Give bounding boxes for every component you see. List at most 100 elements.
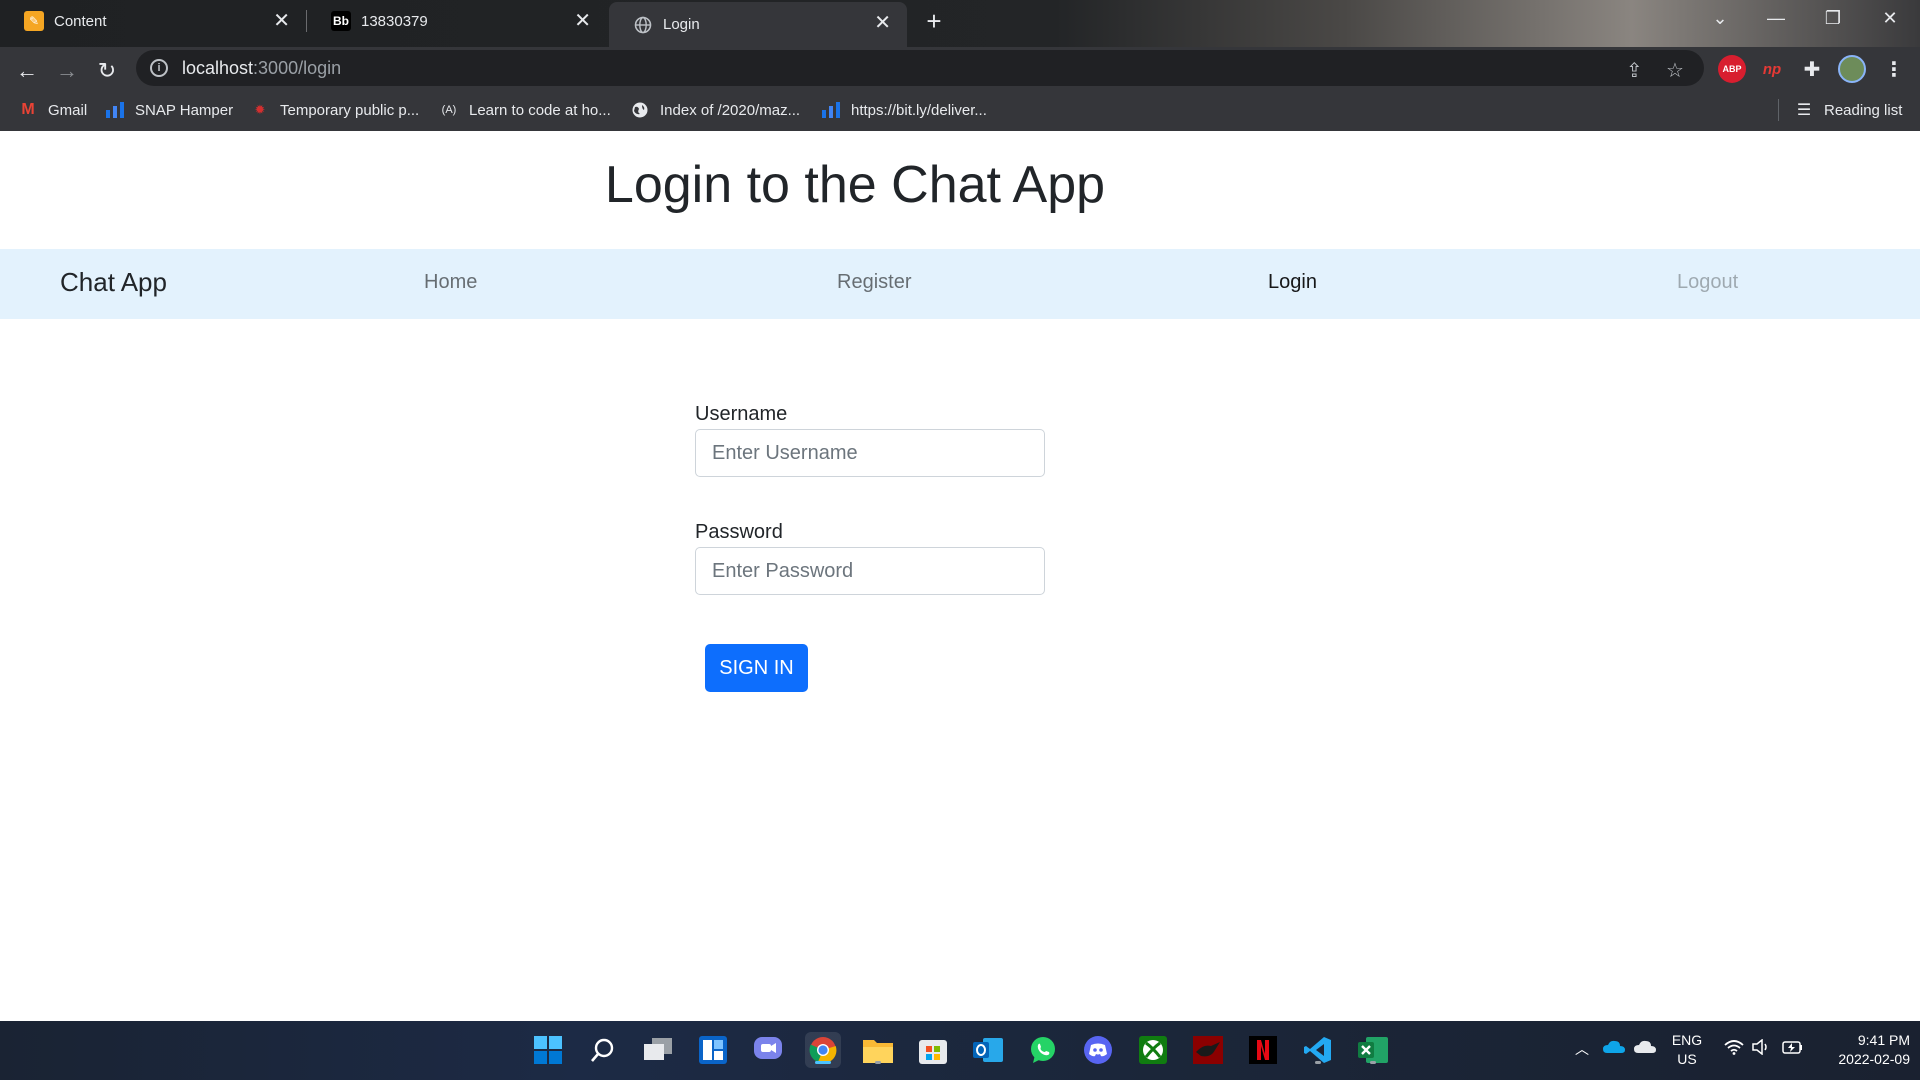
date-text: 2022-02-09	[1838, 1051, 1910, 1067]
username-input[interactable]	[695, 429, 1045, 477]
widgets-icon[interactable]	[695, 1032, 731, 1068]
clock[interactable]: 9:41 PM 2022-02-09	[1814, 1031, 1910, 1069]
bookmark-gmail[interactable]: M Gmail	[18, 99, 87, 121]
username-label: Username	[695, 403, 788, 425]
nav-link-home[interactable]: Home	[424, 271, 477, 294]
windows-start-icon[interactable]	[530, 1032, 566, 1068]
chrome-icon[interactable]	[805, 1032, 841, 1068]
close-icon[interactable]: ✕	[874, 13, 891, 33]
file-explorer-icon[interactable]	[860, 1032, 896, 1068]
reload-icon[interactable]: ↻	[89, 53, 125, 89]
reading-list-button[interactable]: ☰ Reading list	[1794, 99, 1903, 121]
wifi-icon[interactable]	[1724, 1039, 1744, 1060]
nav-link-logout: Logout	[1677, 271, 1739, 293]
page-viewport: Login to the Chat App Chat App Home Regi…	[0, 131, 1920, 1021]
microsoft-store-icon[interactable]	[915, 1032, 951, 1068]
pencil-note-icon: ✎	[24, 11, 44, 31]
language-text: ENG	[1671, 1032, 1703, 1048]
running-app-indicator	[875, 1061, 881, 1064]
netflix-icon[interactable]	[1245, 1032, 1281, 1068]
teams-chat-icon[interactable]	[750, 1032, 786, 1068]
globe-icon	[633, 15, 653, 35]
bookmark-snap-hamper[interactable]: SNAP Hamper	[105, 99, 233, 121]
task-view-icon[interactable]	[640, 1032, 676, 1068]
bookmarks-bar: M Gmail SNAP Hamper ✹ Temporary public p…	[0, 89, 1920, 131]
url-host: localhost	[182, 57, 254, 78]
sign-in-button[interactable]: Sign in	[705, 644, 808, 692]
nav-link-register[interactable]: Register	[837, 271, 911, 294]
minimize-icon[interactable]: —	[1756, 8, 1796, 29]
forward-arrow-icon[interactable]: →	[49, 53, 85, 89]
np-extension-icon[interactable]: np	[1758, 55, 1786, 83]
vscode-icon[interactable]	[1300, 1032, 1336, 1068]
whatsapp-icon[interactable]	[1025, 1032, 1061, 1068]
bookmark-index-2020[interactable]: Index of /2020/maz...	[630, 99, 800, 121]
page-title: Login to the Chat App	[604, 156, 1106, 214]
close-icon[interactable]: ✕	[273, 11, 290, 31]
discord-icon[interactable]	[1080, 1032, 1116, 1068]
bar-chart-icon	[821, 101, 841, 119]
back-arrow-icon[interactable]: ←	[9, 53, 45, 89]
bar-chart-icon	[105, 101, 125, 119]
nav-link-login[interactable]: Login	[1268, 271, 1317, 294]
top-navbar: Chat App Home Register Login Logout	[0, 249, 1920, 319]
bookmark-separator	[1778, 99, 1779, 121]
volume-icon[interactable]	[1752, 1038, 1772, 1060]
more-menu-icon[interactable]: ⋮	[1880, 55, 1908, 83]
browser-tabstrip: ✎ Content ✕ Bb 13830379 ✕ Login ✕ + ⌄ — …	[0, 0, 1920, 47]
globe-icon	[630, 101, 650, 119]
running-app-indicator	[1370, 1061, 1376, 1064]
url-path: :3000/login	[253, 57, 342, 78]
windows-taskbar: ︿ ENG US 9:41 PM 2022-02-09	[0, 1021, 1920, 1080]
game-app-icon[interactable]	[1190, 1032, 1226, 1068]
new-tab-button[interactable]: +	[920, 8, 948, 36]
password-label: Password	[695, 521, 783, 543]
tab-login[interactable]: Login ✕	[609, 2, 907, 47]
password-input[interactable]	[695, 547, 1045, 595]
battery-charging-icon[interactable]	[1782, 1039, 1804, 1060]
running-app-indicator	[1315, 1061, 1321, 1064]
excel-icon[interactable]	[1355, 1032, 1391, 1068]
bookmark-label: Temporary public p...	[280, 101, 420, 119]
site-info-icon[interactable]: i	[150, 59, 168, 77]
navbar-brand[interactable]: Chat App	[60, 267, 167, 298]
bookmark-bitly-deliver[interactable]: https://bit.ly/deliver...	[821, 99, 987, 121]
bookmark-label: Index of /2020/maz...	[660, 101, 801, 119]
tab-content[interactable]: ✎ Content ✕	[0, 0, 306, 42]
close-icon[interactable]: ✕	[574, 11, 591, 31]
address-bar[interactable]: i localhost:3000/login ⇪ ☆	[136, 50, 1704, 86]
tab-search-chevron-icon[interactable]: ⌄	[1700, 8, 1740, 29]
region-text: US	[1677, 1051, 1697, 1067]
tray-overflow-chevron-icon[interactable]: ︿	[1575, 1039, 1589, 1059]
tab-title: Login	[663, 16, 700, 33]
bookmark-label: https://bit.ly/deliver...	[851, 101, 987, 119]
bookmark-star-icon[interactable]: ☆	[1666, 58, 1684, 83]
input-language-indicator[interactable]: ENG US	[1666, 1031, 1708, 1069]
time-text: 9:41 PM	[1857, 1032, 1910, 1048]
adblock-plus-icon[interactable]: ABP	[1718, 55, 1746, 83]
reading-list-label: Reading list	[1824, 101, 1903, 119]
active-app-indicator	[815, 1061, 831, 1064]
browser-toolbar: ← → ↻ i localhost:3000/login ⇪ ☆ ABP np …	[0, 47, 1920, 131]
extensions-puzzle-icon[interactable]: ✚	[1798, 55, 1826, 83]
tab-13830379[interactable]: Bb 13830379 ✕	[307, 0, 607, 42]
bookmark-temporary-public[interactable]: ✹ Temporary public p...	[250, 99, 420, 121]
xbox-icon[interactable]	[1135, 1032, 1171, 1068]
maple-leaf-icon: ✹	[254, 102, 266, 117]
restore-icon[interactable]: ❐	[1813, 8, 1853, 29]
profile-avatar[interactable]	[1838, 55, 1866, 83]
reading-list-icon: ☰	[1796, 102, 1812, 119]
url-text: localhost:3000/login	[182, 58, 341, 79]
search-icon[interactable]	[585, 1032, 621, 1068]
tab-title: 13830379	[361, 12, 428, 30]
window-close-icon[interactable]: ✕	[1870, 8, 1910, 29]
code-academy-icon: (A)	[441, 104, 457, 116]
bookmark-learn-to-code[interactable]: (A) Learn to code at ho...	[439, 99, 611, 121]
onedrive-personal-icon[interactable]	[1634, 1039, 1656, 1058]
bookmark-label: Learn to code at ho...	[469, 101, 611, 119]
bookmark-label: Gmail	[48, 101, 88, 119]
tab-title: Content	[54, 12, 107, 30]
outlook-icon[interactable]	[970, 1032, 1006, 1068]
share-icon[interactable]: ⇪	[1626, 58, 1643, 83]
onedrive-icon[interactable]	[1603, 1039, 1625, 1058]
